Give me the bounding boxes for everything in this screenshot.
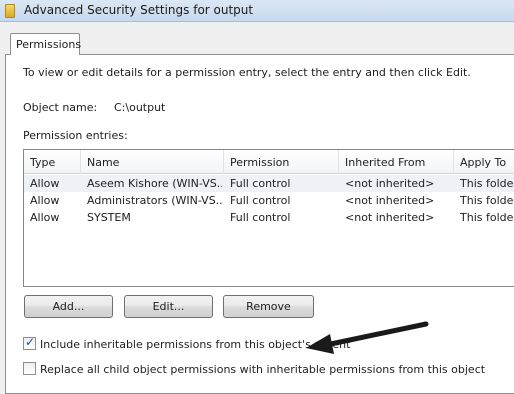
column-header-inherited-from[interactable]: Inherited From	[339, 150, 454, 174]
cell-type: Allow	[30, 211, 60, 224]
permission-entries-list[interactable]: Type Name Permission Inherited From Appl…	[23, 149, 514, 287]
window-title: Advanced Security Settings for output	[24, 3, 254, 17]
include-inheritable-checkbox[interactable]: ✓	[23, 335, 36, 350]
cell-type: Allow	[30, 194, 60, 207]
cell-inherited-from: <not inherited>	[345, 211, 435, 224]
cell-name: Aseem Kishore (WIN-VS...	[87, 177, 222, 190]
edit-button[interactable]: Edit...	[124, 295, 213, 318]
column-header-name[interactable]: Name	[81, 150, 224, 174]
title-bar: Advanced Security Settings for output	[0, 0, 514, 22]
cell-permission: Full control	[230, 211, 291, 224]
permission-entries-label: Permission entries:	[23, 129, 128, 142]
cell-apply-to: This folder,	[460, 177, 514, 190]
cell-permission: Full control	[230, 177, 291, 190]
add-button[interactable]: Add...	[24, 295, 113, 318]
table-row[interactable]: Allow SYSTEM Full control <not inherited…	[24, 209, 514, 226]
remove-button[interactable]: Remove	[223, 295, 314, 318]
table-row[interactable]: Allow Aseem Kishore (WIN-VS... Full cont…	[24, 175, 514, 192]
column-header-apply-to[interactable]: Apply To	[454, 150, 514, 174]
cell-apply-to: This folder,	[460, 211, 514, 224]
replace-child-checkbox[interactable]	[23, 362, 36, 375]
checkmark-icon: ✓	[25, 335, 36, 349]
folder-icon	[5, 4, 15, 18]
tab-permissions[interactable]: Permissions	[10, 33, 82, 55]
cell-inherited-from: <not inherited>	[345, 194, 435, 207]
cell-inherited-from: <not inherited>	[345, 177, 435, 190]
list-header: Type Name Permission Inherited From Appl…	[24, 150, 514, 174]
object-name-label: Object name:	[23, 101, 98, 114]
column-header-permission[interactable]: Permission	[224, 150, 339, 174]
cell-apply-to: This folder,	[460, 194, 514, 207]
replace-child-label[interactable]: Replace all child object permissions wit…	[40, 363, 485, 376]
cell-name: Administrators (WIN-VS...	[87, 194, 222, 207]
cell-permission: Full control	[230, 194, 291, 207]
cell-name: SYSTEM	[87, 211, 131, 224]
cell-type: Allow	[30, 177, 60, 190]
arrow-icon	[306, 321, 429, 354]
instructions-text: To view or edit details for a permission…	[23, 66, 471, 79]
tab-label: Permissions	[16, 38, 82, 51]
table-row[interactable]: Allow Administrators (WIN-VS... Full con…	[24, 192, 514, 209]
column-header-type[interactable]: Type	[24, 150, 81, 174]
object-name-value: C:\output	[114, 101, 166, 114]
